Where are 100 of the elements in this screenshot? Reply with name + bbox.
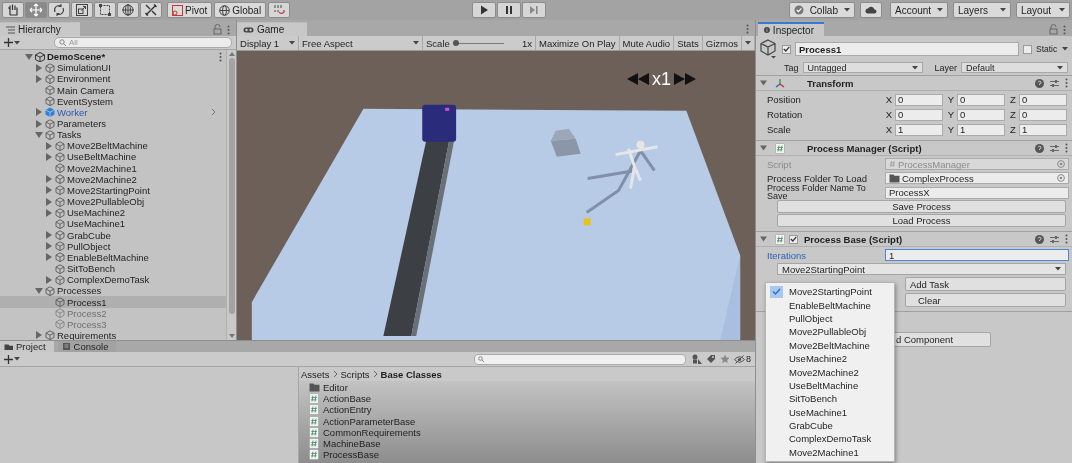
scale-slider[interactable] bbox=[453, 39, 504, 47]
panel-tab[interactable]: Project bbox=[0, 341, 54, 352]
menu-item[interactable]: Move2BeltMachine bbox=[766, 338, 894, 352]
number-field[interactable]: 0 bbox=[957, 93, 1005, 106]
action-button[interactable]: Add Task bbox=[905, 277, 1066, 291]
display-dropdown[interactable]: Display 1 bbox=[237, 36, 300, 50]
layer-dropdown[interactable]: Default bbox=[961, 62, 1068, 73]
tree-item[interactable]: Move2StartingPoint bbox=[0, 184, 227, 197]
number-field[interactable]: 1 bbox=[895, 123, 943, 136]
maximize-on-play-toggle[interactable]: Maximize On Play bbox=[536, 36, 620, 50]
static-checkbox[interactable] bbox=[1023, 44, 1032, 54]
number-field[interactable]: 1 bbox=[885, 249, 1069, 261]
tree-item[interactable]: Tasks bbox=[0, 129, 227, 141]
hierarchy-tab[interactable]: Hierarchy bbox=[0, 22, 80, 36]
playback-button[interactable] bbox=[472, 2, 497, 18]
kebab-menu-icon[interactable] bbox=[1065, 78, 1068, 88]
collapse-arrow-icon[interactable] bbox=[35, 131, 43, 138]
kebab-menu-icon[interactable] bbox=[1065, 143, 1068, 153]
expand-arrow-icon[interactable] bbox=[46, 186, 52, 195]
panel-tab[interactable]: Console bbox=[57, 341, 117, 352]
tree-item[interactable]: SimulationUI bbox=[0, 62, 227, 74]
sliders-icon[interactable] bbox=[1050, 234, 1059, 244]
object-field[interactable]: ComplexProcess bbox=[885, 172, 1069, 184]
gizmos-toggle[interactable]: Gizmos bbox=[702, 36, 742, 50]
star-icon[interactable] bbox=[720, 354, 730, 364]
layers-dropdown[interactable]: Layers bbox=[953, 2, 1011, 18]
tree-item[interactable]: EventSystem bbox=[0, 95, 227, 107]
tool-button[interactable] bbox=[117, 2, 139, 18]
collapse-arrow-icon[interactable] bbox=[25, 53, 33, 60]
file-item[interactable]: ActionBase bbox=[309, 393, 755, 405]
collapse-arrow-icon[interactable] bbox=[35, 287, 43, 294]
lock-icon[interactable] bbox=[1049, 24, 1058, 35]
tree-item[interactable]: UseMachine1 bbox=[0, 218, 227, 230]
menu-item[interactable]: GrabCube bbox=[766, 418, 894, 433]
expand-arrow-icon[interactable] bbox=[36, 108, 42, 117]
active-checkbox[interactable] bbox=[782, 44, 791, 54]
tag-dropdown[interactable]: Untagged bbox=[802, 62, 923, 73]
add-component-button[interactable]: d Component bbox=[893, 332, 991, 347]
breadcrumb-item[interactable]: Scripts bbox=[340, 368, 370, 380]
menu-item[interactable]: SitToBench bbox=[766, 392, 894, 406]
expand-arrow-icon[interactable] bbox=[36, 331, 42, 340]
tree-item[interactable]: Processes bbox=[0, 285, 227, 297]
expand-arrow-icon[interactable] bbox=[46, 275, 52, 284]
tree-item[interactable]: Environment bbox=[0, 73, 227, 85]
tree-item[interactable]: DemoScene* bbox=[0, 51, 227, 63]
expand-arrow-icon[interactable] bbox=[46, 141, 52, 150]
collapse-arrow-icon[interactable] bbox=[760, 144, 767, 152]
mute-audio-toggle[interactable]: Mute Audio bbox=[619, 36, 675, 50]
kebab-menu-icon[interactable] bbox=[227, 24, 231, 35]
menu-item[interactable]: UseMachine2 bbox=[766, 351, 894, 366]
expand-arrow-icon[interactable] bbox=[46, 175, 52, 184]
file-item[interactable]: ProcessBase bbox=[309, 449, 755, 461]
menu-item[interactable]: UseBeltMachine bbox=[766, 378, 894, 393]
pivot-button[interactable]: Pivot bbox=[167, 2, 213, 18]
aspect-dropdown[interactable]: Free Aspect bbox=[299, 36, 424, 50]
kebab-menu-icon[interactable] bbox=[1063, 24, 1066, 35]
layout-dropdown[interactable]: Layout bbox=[1016, 2, 1070, 18]
tool-button[interactable] bbox=[140, 2, 162, 18]
expand-arrow-icon[interactable] bbox=[46, 153, 52, 161]
expand-arrow-icon[interactable] bbox=[46, 197, 52, 206]
chevron-right-icon[interactable] bbox=[211, 108, 217, 117]
menu-item[interactable]: EnableBeltMachine bbox=[766, 298, 894, 312]
lock-icon[interactable] bbox=[213, 24, 223, 35]
kebab-menu-icon[interactable] bbox=[1065, 234, 1068, 244]
slider-thumb[interactable] bbox=[452, 40, 459, 46]
expand-arrow-icon[interactable] bbox=[46, 208, 52, 217]
action-button[interactable]: Load Process bbox=[777, 214, 1066, 227]
kebab-menu-icon[interactable] bbox=[746, 24, 749, 34]
tree-item[interactable]: Move2Machine2 bbox=[0, 173, 227, 185]
file-item[interactable]: MachineBase bbox=[309, 437, 755, 450]
rewind-icon[interactable] bbox=[627, 73, 650, 85]
menu-item[interactable]: Move2Machine2 bbox=[766, 365, 894, 379]
file-item[interactable]: Editor bbox=[309, 382, 755, 394]
tree-item[interactable]: PullObject bbox=[0, 240, 227, 252]
tree-item[interactable]: ComplexDemoTask bbox=[0, 274, 227, 286]
name-field[interactable]: Process1 bbox=[795, 42, 1019, 56]
file-item[interactable]: ActionParameterBase bbox=[309, 415, 755, 427]
tree-item[interactable]: Requirements bbox=[0, 329, 227, 340]
tree-item[interactable]: Move2BeltMachine bbox=[0, 140, 227, 152]
kebab-menu-icon[interactable] bbox=[219, 51, 223, 62]
expand-arrow-icon[interactable] bbox=[46, 253, 52, 262]
menu-item[interactable]: UseMachine1 bbox=[766, 405, 894, 419]
expand-arrow-icon[interactable] bbox=[36, 74, 42, 83]
tree-item[interactable]: EnableBeltMachine bbox=[0, 251, 227, 263]
fast-forward-icon[interactable] bbox=[674, 73, 697, 85]
tool-button[interactable] bbox=[71, 2, 93, 18]
file-item[interactable]: ActionEntry bbox=[309, 404, 755, 416]
sliders-icon[interactable] bbox=[1050, 143, 1059, 153]
playback-button[interactable] bbox=[497, 2, 522, 18]
hidden-packages-toggle[interactable]: 8 bbox=[734, 354, 751, 364]
scrollbar[interactable] bbox=[226, 50, 237, 340]
expand-arrow-icon[interactable] bbox=[36, 63, 42, 72]
breadcrumb-item[interactable]: Base Classes bbox=[380, 368, 442, 380]
enabled-checkbox[interactable] bbox=[789, 234, 798, 244]
number-field[interactable]: 0 bbox=[957, 108, 1005, 121]
tree-item[interactable]: Worker bbox=[0, 106, 227, 118]
game-tab[interactable]: Game bbox=[237, 22, 308, 36]
add-button[interactable] bbox=[4, 354, 20, 364]
tool-button[interactable] bbox=[48, 2, 70, 18]
number-field[interactable]: 0 bbox=[1019, 93, 1067, 106]
